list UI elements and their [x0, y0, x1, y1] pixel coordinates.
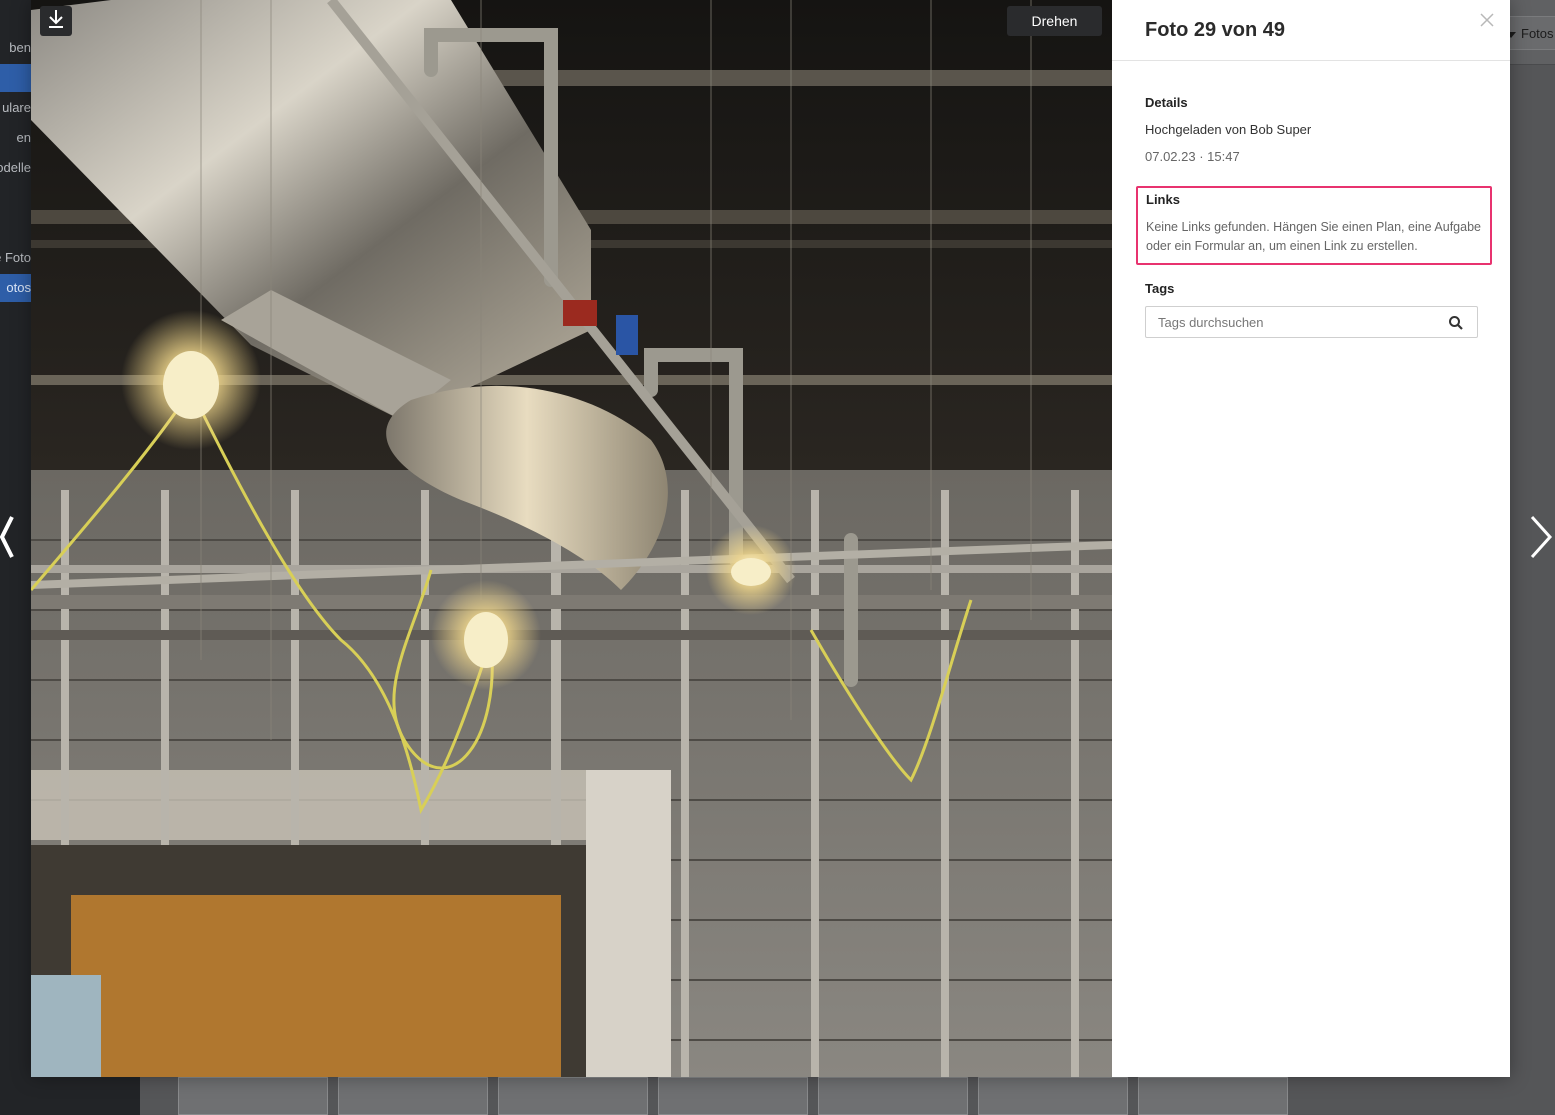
background-thumbnail	[178, 1077, 328, 1115]
background-thumbnail	[1138, 1077, 1288, 1115]
details-heading: Details	[1145, 95, 1188, 110]
construction-photo	[31, 0, 1112, 1077]
chevron-right-icon	[1528, 515, 1553, 559]
links-heading: Links	[1146, 192, 1180, 207]
chevron-left-icon	[0, 515, 24, 559]
tags-heading: Tags	[1145, 281, 1175, 296]
previous-photo-button[interactable]	[0, 515, 24, 559]
photo-viewer-modal: Drehen Foto 29 von 49 Details Hochgelade…	[31, 0, 1510, 1077]
links-empty-message: Keine Links gefunden. Hängen Sie einen P…	[1146, 220, 1481, 253]
background-thumbnail	[818, 1077, 968, 1115]
download-button[interactable]	[40, 6, 72, 36]
close-button[interactable]	[1479, 12, 1497, 30]
tags-search-field[interactable]	[1145, 306, 1478, 338]
photo-pane: Drehen	[31, 0, 1112, 1077]
close-icon	[1479, 13, 1495, 32]
tags-search-input[interactable]	[1146, 307, 1448, 337]
uploaded-by-text: Hochgeladen von Bob Super	[1145, 122, 1312, 137]
background-thumbnail	[338, 1077, 488, 1115]
search-icon[interactable]	[1448, 315, 1464, 331]
next-photo-button[interactable]	[1528, 515, 1553, 559]
background-thumbnail	[978, 1077, 1128, 1115]
links-section-highlight: Links Keine Links gefunden. Hängen Sie e…	[1136, 186, 1492, 265]
rotate-button[interactable]: Drehen	[1007, 6, 1102, 36]
photo-counter-title: Foto 29 von 49	[1145, 19, 1286, 41]
background-thumbnail	[498, 1077, 648, 1115]
photo-info-panel: Foto 29 von 49 Details Hochgeladen von B…	[1112, 0, 1510, 1077]
download-icon	[47, 9, 65, 34]
info-header: Foto 29 von 49	[1112, 0, 1510, 61]
background-thumbnail	[658, 1077, 808, 1115]
upload-timestamp: 07.02.23 · 15:47	[1145, 149, 1240, 164]
